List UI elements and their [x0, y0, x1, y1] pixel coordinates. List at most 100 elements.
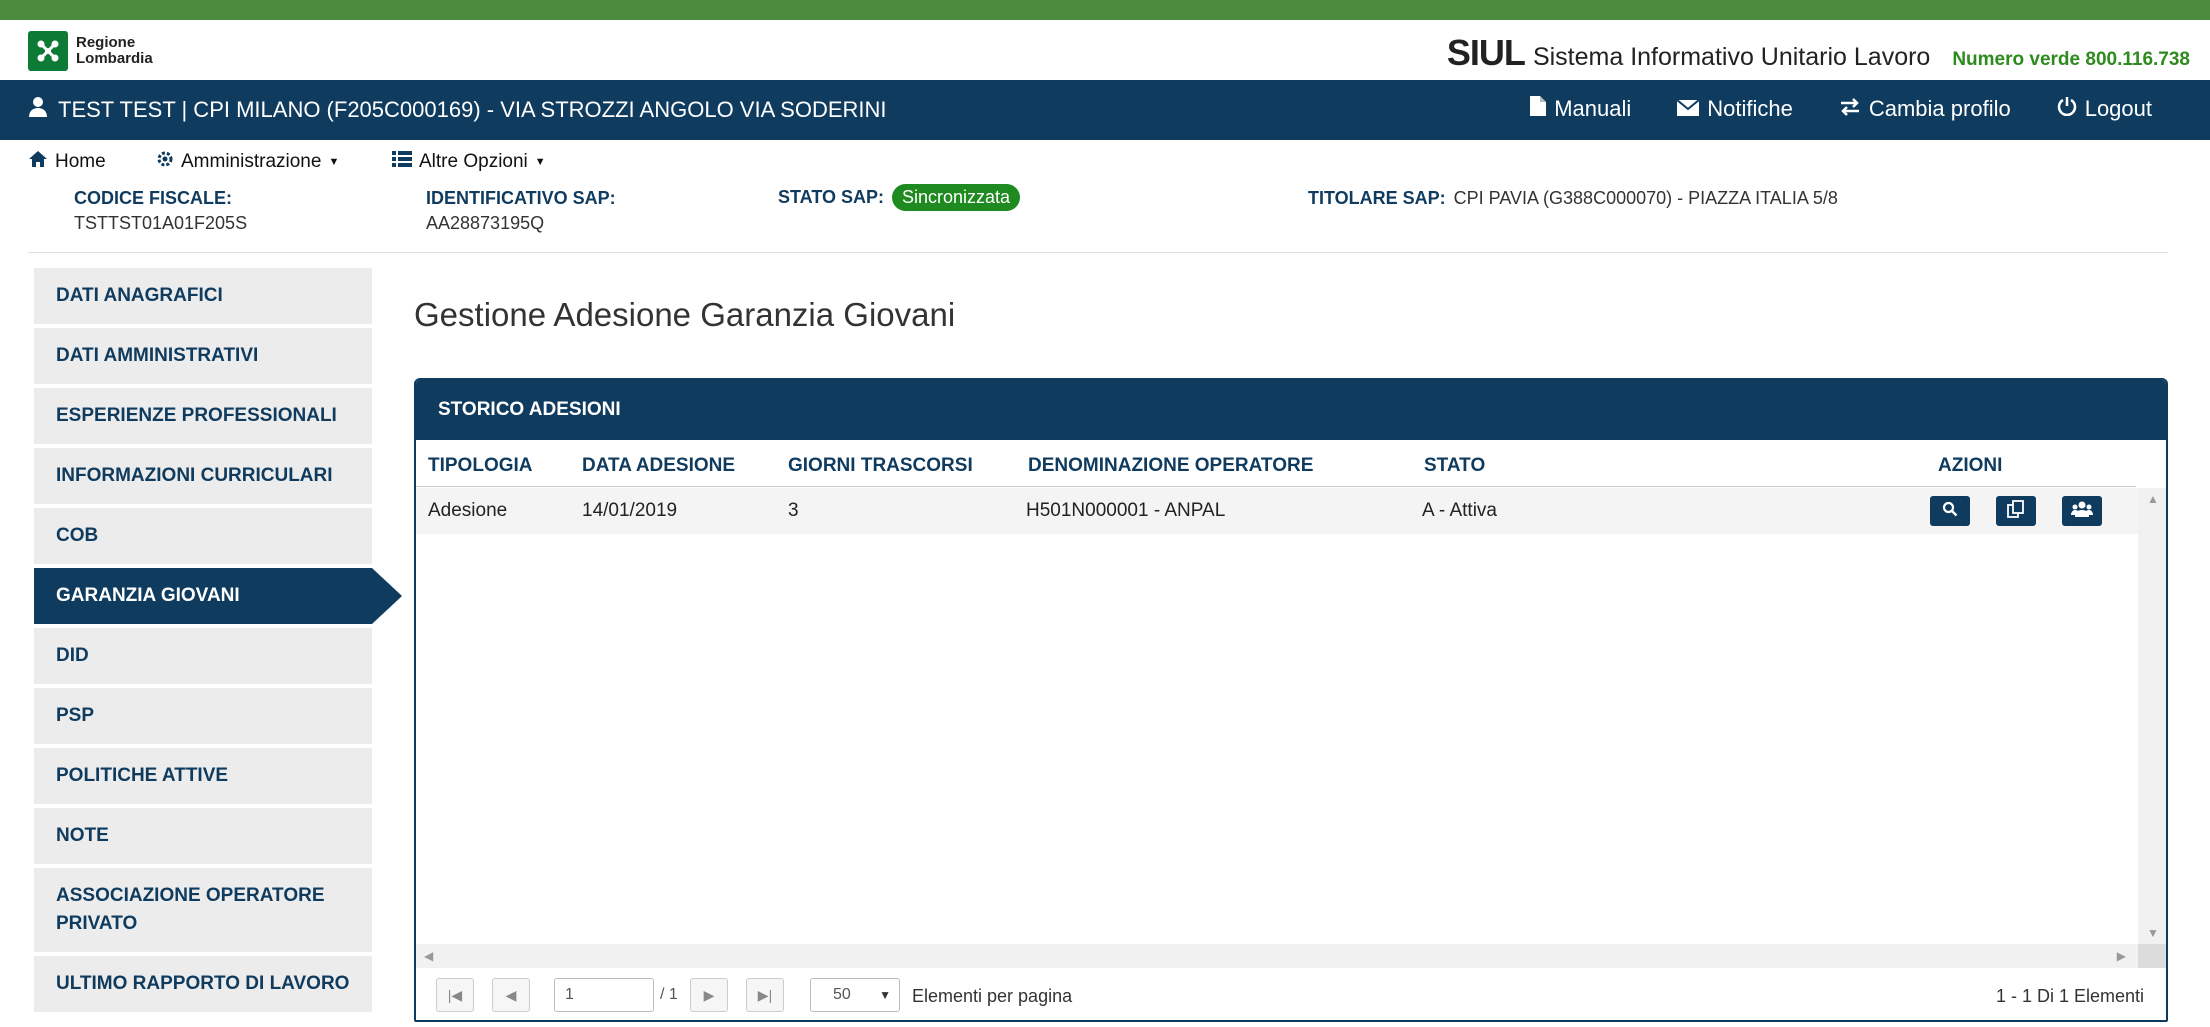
menu-amministrazione[interactable]: Amministrazione ▼ — [156, 150, 339, 174]
column-header-data-adesione[interactable]: DATA ADESIONE — [582, 455, 735, 477]
sidebar-item-ultimo-rapporto-di-lavoro[interactable]: ULTIMO RAPPORTO DI LAVORO — [34, 956, 372, 1012]
menu-home[interactable]: Home — [28, 150, 106, 174]
rosa-camuna-icon — [28, 31, 68, 71]
sap-info: CODICE FISCALE: TSTTST01A01F205S IDENTIF… — [0, 184, 2210, 244]
horizontal-scrollbar[interactable]: ◀ ▶ — [416, 944, 2138, 968]
cell-operatore: H501N000001 - ANPAL — [1026, 500, 1226, 521]
envelope-icon — [1676, 96, 1700, 122]
copy-icon — [2007, 499, 2025, 523]
identificativo-sap-label: IDENTIFICATIVO SAP: — [426, 188, 616, 208]
column-header-denominazione-operatore[interactable]: DENOMINAZIONE OPERATORE — [1028, 455, 1313, 477]
stato-sap: STATO SAP: Sincronizzata — [778, 184, 1021, 211]
next-page-icon: ▶ — [703, 986, 715, 1003]
panel-header: STORICO ADESIONI — [416, 380, 2166, 440]
manuali-link[interactable]: Manuali — [1530, 96, 1631, 122]
user-info: TEST TEST | CPI MILANO (F205C000169) - V… — [28, 96, 887, 124]
codice-fiscale: CODICE FISCALE: TSTTST01A01F205S — [74, 188, 247, 234]
pager: |◀ ◀ 1 / 1 ▶ ▶| 50 ▼ Elementi per pagina… — [416, 970, 2166, 1020]
first-page-icon: |◀ — [447, 986, 463, 1003]
page-size-label: Elementi per pagina — [912, 986, 1073, 1006]
users-button[interactable] — [2062, 496, 2102, 526]
copy-button[interactable] — [1996, 496, 2036, 526]
first-page-button[interactable]: |◀ — [436, 978, 474, 1012]
notifiche-label: Notifiche — [1707, 96, 1793, 121]
page-size-value: 50 — [833, 986, 851, 1003]
column-header-azioni: AZIONI — [1938, 455, 2003, 476]
app-full-name: Sistema Informativo Unitario Lavoro — [1532, 43, 1931, 71]
sidebar-item-esperienze-professionali[interactable]: ESPERIENZE PROFESSIONALI — [34, 388, 372, 444]
menu-altre-opzioni[interactable]: Altre Opzioni ▼ — [392, 150, 546, 174]
file-icon — [1530, 96, 1547, 122]
search-icon — [1942, 501, 1958, 522]
sidebar-item-did[interactable]: DID — [34, 628, 372, 684]
caret-down-icon: ▼ — [328, 156, 340, 168]
page-count: / 1 — [660, 986, 678, 1003]
page-number-input[interactable]: 1 — [554, 978, 654, 1012]
user-links: Manuali Notifiche Cambia profilo Logout — [1530, 96, 2152, 122]
divider — [28, 252, 2168, 253]
sidebar-item-note[interactable]: NOTE — [34, 808, 372, 864]
scroll-right-icon[interactable]: ▶ — [2117, 949, 2126, 963]
sidebar-item-associazione-operatore-privato[interactable]: ASSOCIAZIONE OPERATORE PRIVATO — [34, 868, 372, 952]
sidebar-item-garanzia-giovani[interactable]: GARANZIA GIOVANI — [34, 568, 402, 624]
view-detail-button[interactable] — [1930, 496, 1970, 526]
header-divider — [416, 486, 2136, 487]
page-title: Gestione Adesione Garanzia Giovani — [414, 296, 956, 333]
caret-down-icon: ▼ — [879, 988, 891, 1002]
titolare-sap: TITOLARE SAP: CPI PAVIA (G388C000070) - … — [1308, 188, 1838, 209]
top-accent-strip — [0, 0, 2210, 20]
storico-adesioni-panel: STORICO ADESIONI TIPOLOGIA DATA ADESIONE… — [414, 378, 2168, 1022]
titolare-sap-value: CPI PAVIA (G388C000070) - PIAZZA ITALIA … — [1453, 188, 1838, 208]
manuali-label: Manuali — [1554, 96, 1632, 121]
app-short-name: SIUL — [1446, 32, 1526, 73]
user-bar: TEST TEST | CPI MILANO (F205C000169) - V… — [0, 80, 2210, 140]
vertical-scrollbar[interactable]: ▲ ▼ — [2138, 488, 2166, 944]
users-icon — [2071, 501, 2093, 522]
last-page-button[interactable]: ▶| — [746, 978, 784, 1012]
prev-page-icon: ◀ — [505, 986, 517, 1003]
next-page-button[interactable]: ▶ — [690, 978, 728, 1012]
notifiche-link[interactable]: Notifiche — [1676, 96, 1793, 122]
list-icon — [392, 150, 412, 174]
status-badge: Sincronizzata — [892, 184, 1021, 211]
scroll-up-icon[interactable]: ▲ — [2147, 492, 2159, 506]
cell-stato: A - Attiva — [1422, 500, 1497, 521]
toll-free-number: Numero verde 800.116.738 — [1952, 49, 2190, 70]
cambia-profilo-link[interactable]: Cambia profilo — [1839, 96, 2011, 122]
sidebar-item-dati-amministrativi[interactable]: DATI AMMINISTRATIVI — [34, 328, 372, 384]
sidebar-item-psp[interactable]: PSP — [34, 688, 372, 744]
column-header-tipologia[interactable]: TIPOLOGIA — [428, 455, 533, 477]
brand-header: Regione Lombardia SIUL Sistema Informati… — [0, 20, 2210, 80]
logo-line-2: Lombardia — [76, 50, 153, 67]
swap-icon — [1839, 96, 1861, 122]
scroll-down-icon[interactable]: ▼ — [2147, 926, 2159, 940]
prev-page-button[interactable]: ◀ — [492, 978, 530, 1012]
sidebar-item-dati-anagrafici[interactable]: DATI ANAGRAFICI — [34, 268, 372, 324]
column-header-giorni-trascorsi[interactable]: GIORNI TRASCORSI — [788, 455, 973, 477]
menu-home-label: Home — [55, 151, 106, 172]
scroll-left-icon[interactable]: ◀ — [424, 949, 433, 963]
power-icon — [2057, 96, 2077, 122]
last-page-icon: ▶| — [757, 986, 773, 1003]
logout-link[interactable]: Logout — [2057, 96, 2152, 122]
cell-tipologia: Adesione — [428, 500, 508, 521]
user-description: TEST TEST | CPI MILANO (F205C000169) - V… — [58, 97, 887, 122]
column-header-stato[interactable]: STATO — [1424, 455, 1485, 477]
sidebar-item-informazioni-curriculari[interactable]: INFORMAZIONI CURRICULARI — [34, 448, 372, 504]
regione-lombardia-logo[interactable]: Regione Lombardia — [28, 30, 178, 72]
cell-giorni-trascorsi: 3 — [788, 500, 799, 521]
sidebar-item-politiche-attive[interactable]: POLITICHE ATTIVE — [34, 748, 372, 804]
identificativo-sap: IDENTIFICATIVO SAP: AA28873195Q — [426, 188, 616, 234]
sidebar-item-cob[interactable]: COB — [34, 508, 372, 564]
codice-fiscale-label: CODICE FISCALE: — [74, 188, 233, 208]
logout-label: Logout — [2084, 96, 2152, 121]
pager-summary: 1 - 1 Di 1 Elementi — [1995, 986, 2144, 1006]
app-title: SIUL Sistema Informativo Unitario Lavoro… — [1447, 32, 2190, 74]
user-icon — [28, 96, 48, 124]
titolare-sap-label: TITOLARE SAP: — [1308, 188, 1446, 208]
identificativo-sap-value: AA28873195Q — [426, 213, 545, 233]
menu-amministrazione-label: Amministrazione — [181, 151, 322, 172]
stato-sap-label: STATO SAP: — [778, 187, 885, 207]
gear-icon — [156, 150, 174, 174]
page-size-select[interactable]: 50 ▼ — [810, 978, 900, 1012]
